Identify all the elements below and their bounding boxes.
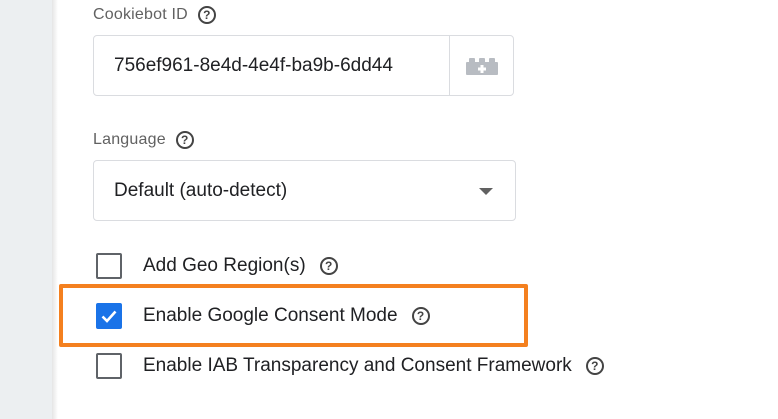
language-selected-value: Default (auto-detect) — [114, 179, 288, 201]
chevron-down-icon — [479, 188, 493, 195]
help-circle-icon[interactable]: ? — [197, 6, 216, 24]
language-select[interactable]: Default (auto-detect) — [93, 160, 516, 221]
option-add-geo-regions[interactable]: Add Geo Region(s) ? — [96, 253, 338, 279]
checkbox[interactable] — [96, 253, 122, 279]
option-label: Add Geo Region(s) — [143, 255, 306, 276]
language-label-text: Language — [93, 131, 166, 148]
panel-shadow — [52, 0, 58, 419]
help-circle-icon[interactable]: ? — [175, 131, 194, 149]
help-circle-icon[interactable]: ? — [319, 257, 338, 275]
cookiebot-id-field[interactable]: 756ef961-8e4d-4e4f-ba9b-6dd44 — [93, 35, 514, 96]
left-panel-gutter — [0, 0, 52, 419]
insert-variable-button[interactable] — [449, 36, 513, 95]
help-circle-icon[interactable]: ? — [585, 357, 604, 375]
option-label: Enable IAB Transparency and Consent Fram… — [143, 355, 572, 376]
highlight-box — [59, 284, 528, 347]
cookiebot-id-label: Cookiebot ID ? — [93, 6, 216, 24]
cookiebot-id-input[interactable]: 756ef961-8e4d-4e4f-ba9b-6dd44 — [94, 36, 449, 95]
brick-plus-icon — [465, 57, 498, 75]
checkbox[interactable] — [96, 353, 122, 379]
language-label: Language ? — [93, 131, 194, 149]
cookiebot-id-label-text: Cookiebot ID — [93, 6, 188, 23]
option-enable-iab-tcf[interactable]: Enable IAB Transparency and Consent Fram… — [96, 353, 604, 379]
